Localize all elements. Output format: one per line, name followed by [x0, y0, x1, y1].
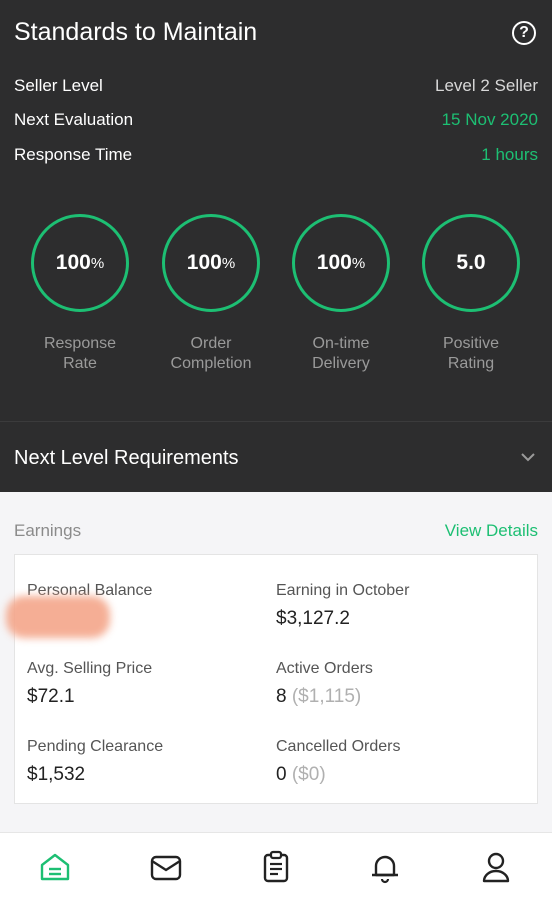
stat-circle: 100% — [292, 214, 390, 312]
stat-unit: % — [90, 254, 105, 272]
pending-clearance: Pending Clearance $1,532 — [27, 738, 163, 786]
chevron-down-icon[interactable] — [518, 447, 538, 467]
stat-label-line2: Rate — [63, 355, 97, 372]
active-orders-label: Active Orders — [276, 660, 373, 677]
stat-value: 100 — [55, 251, 91, 274]
next-evaluation-value: 15 Nov 2020 — [441, 110, 538, 129]
stat-unit: % — [221, 254, 236, 272]
stat-label: Response Rate — [15, 334, 145, 374]
stat-response-rate: 100% Response Rate — [15, 214, 145, 374]
stat-value: 5.0 — [456, 251, 486, 274]
response-time-label: Response Time — [14, 145, 133, 164]
stat-circle: 100% — [162, 214, 260, 312]
orders-icon[interactable] — [258, 849, 294, 885]
stat-value: 100 — [316, 251, 352, 274]
seller-level-label: Seller Level — [14, 76, 103, 95]
response-time-value: 1 hours — [481, 145, 538, 164]
avg-selling-price-label: Avg. Selling Price — [27, 660, 153, 677]
avg-selling-price: Avg. Selling Price $72.1 — [27, 660, 152, 708]
standards-panel: Standards to Maintain ? Seller Level Lev… — [0, 0, 552, 492]
stat-order-completion: 100% Order Completion — [146, 214, 276, 374]
avg-selling-price-value: $72.1 — [27, 686, 75, 707]
stat-label: Positive Rating — [406, 334, 536, 374]
cancelled-orders-count: 0 — [276, 764, 287, 785]
stat-positive-rating: 5.0 Positive Rating — [406, 214, 536, 374]
bottom-navigation — [0, 832, 552, 899]
stat-label: On-time Delivery — [276, 334, 406, 374]
active-orders-count: 8 — [276, 686, 287, 707]
stat-value: 100 — [186, 251, 222, 274]
inbox-icon[interactable] — [148, 849, 184, 885]
view-details-link[interactable]: View Details — [445, 521, 538, 541]
pending-clearance-label: Pending Clearance — [27, 738, 164, 755]
home-icon[interactable] — [37, 849, 73, 885]
next-level-requirements-toggle[interactable]: Next Level Requirements — [14, 447, 239, 470]
cancelled-orders: Cancelled Orders 0 ($0) — [276, 738, 401, 786]
stat-label-line2: Rating — [447, 355, 495, 372]
active-orders-amount: ($1,115) — [291, 686, 362, 707]
redacted-balance-value — [6, 596, 110, 638]
earnings-card: Personal Balance Earning in October $3,1… — [14, 554, 538, 804]
cancelled-orders-value: 0 ($0) — [276, 764, 401, 786]
stat-label-line2: Delivery — [312, 355, 370, 372]
earnings-label: Earnings — [14, 521, 82, 540]
stat-label-line2: Completion — [170, 355, 252, 372]
stat-label-line1: Order — [190, 335, 232, 352]
page-title: Standards to Maintain — [14, 18, 258, 46]
earning-october: Earning in October $3,127.2 — [276, 582, 409, 630]
info-row-next-evaluation: Next Evaluation 15 Nov 2020 — [14, 110, 538, 130]
stat-unit: % — [351, 254, 366, 272]
profile-icon[interactable] — [478, 849, 514, 885]
cancelled-orders-label: Cancelled Orders — [276, 738, 401, 755]
next-evaluation-label: Next Evaluation — [14, 110, 134, 129]
pending-clearance-value: $1,532 — [27, 764, 86, 785]
stat-circle: 5.0 — [422, 214, 520, 312]
stat-circle: 100% — [31, 214, 129, 312]
active-orders: Active Orders 8 ($1,115) — [276, 660, 373, 708]
cancelled-orders-amount: ($0) — [291, 764, 326, 785]
earning-october-label: Earning in October — [276, 582, 410, 599]
active-orders-value: 8 ($1,115) — [276, 686, 373, 708]
seller-level-value: Level 2 Seller — [434, 76, 538, 95]
stat-label-line1: On-time — [312, 335, 370, 352]
info-row-response-time: Response Time 1 hours — [14, 145, 538, 165]
stat-label-line1: Positive — [442, 335, 500, 352]
notifications-icon[interactable] — [367, 849, 403, 885]
earning-october-value: $3,127.2 — [276, 608, 350, 629]
divider — [0, 421, 552, 422]
question-circle-icon[interactable]: ? — [512, 21, 536, 45]
stat-label-line1: Response — [43, 335, 117, 352]
stat-label: Order Completion — [146, 334, 276, 374]
stat-on-time-delivery: 100% On-time Delivery — [276, 214, 406, 374]
info-row-seller-level: Seller Level Level 2 Seller — [14, 76, 538, 96]
